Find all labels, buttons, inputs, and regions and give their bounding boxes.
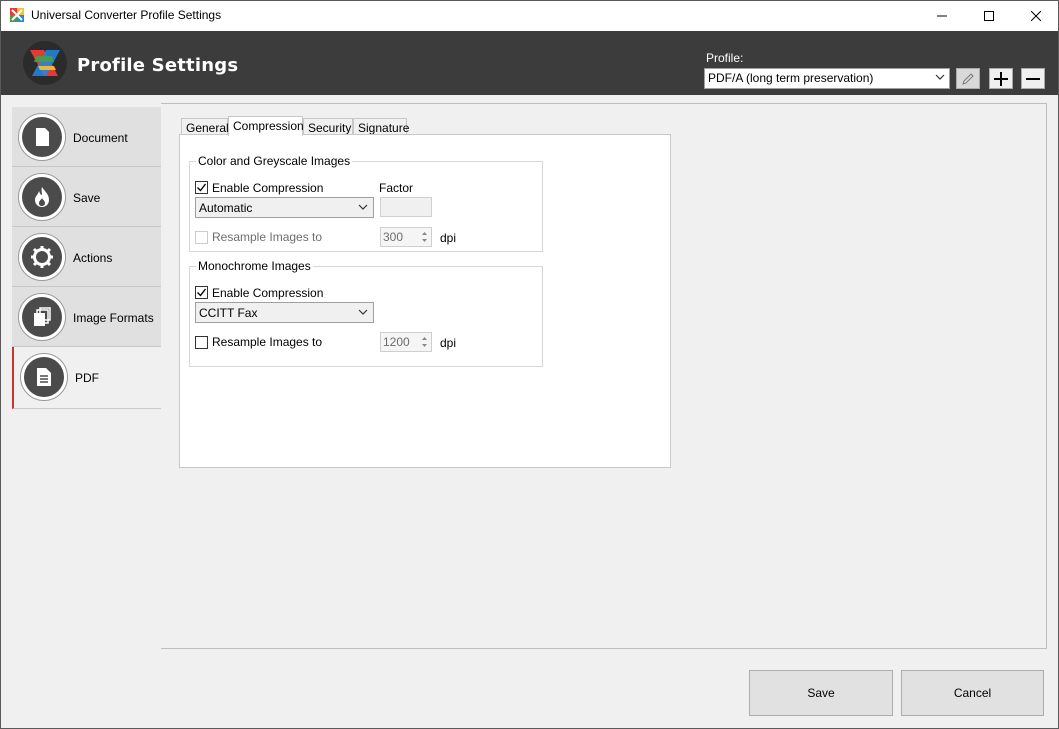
plus-icon (994, 71, 1008, 86)
tab-label: General (186, 121, 229, 135)
sidebar-item-save[interactable]: Save (12, 167, 161, 227)
sidebar-item-label: PDF (75, 371, 99, 385)
dpi-unit-label: dpi (440, 231, 457, 245)
color-enable-compression-label: Enable Compression (212, 181, 324, 195)
add-profile-button[interactable] (989, 68, 1013, 89)
sidebar-item-label: Save (73, 191, 101, 205)
profile-label: Profile: (706, 51, 744, 65)
copy-icon (34, 307, 51, 326)
document-icon (36, 128, 49, 146)
tab-label: Compression (233, 119, 304, 133)
sidebar: Document Save Actions Image Formats PDF (12, 107, 161, 409)
minimize-icon (937, 15, 947, 16)
edit-icon (962, 72, 974, 85)
window-title: Universal Converter Profile Settings (31, 8, 222, 22)
page-title: Profile Settings (77, 55, 239, 76)
stepper-arrows-icon (422, 337, 427, 347)
minus-icon (1026, 77, 1040, 80)
mono-resample-dpi-stepper[interactable]: 1200 (380, 332, 432, 352)
save-button-label: Save (807, 686, 835, 700)
color-compression-method-select[interactable]: Automatic (195, 197, 374, 218)
chevron-down-icon (935, 74, 945, 80)
mono-enable-compression-label: Enable Compression (212, 286, 324, 300)
select-value: Automatic (199, 201, 253, 215)
pdf-file-icon (37, 368, 51, 386)
sidebar-item-actions[interactable]: Actions (12, 227, 161, 287)
mono-resample-label: Resample Images to (212, 335, 323, 349)
color-enable-compression-checkbox[interactable] (195, 181, 208, 194)
group-title: Color and Greyscale Images (196, 154, 353, 168)
mono-resample-checkbox[interactable] (195, 336, 208, 349)
color-resample-label: Resample Images to (212, 230, 323, 244)
edit-profile-button[interactable] (956, 68, 980, 89)
tab-label: Signature (358, 121, 410, 135)
title-bar: Universal Converter Profile Settings (0, 0, 1059, 31)
profile-select[interactable]: PDF/A (long term preservation) (704, 68, 950, 89)
profile-header: Profile Settings Profile: PDF/A (long te… (1, 31, 1058, 95)
flame-icon (35, 187, 49, 207)
checkmark-icon (197, 288, 207, 297)
app-logo-icon (23, 41, 67, 85)
factor-label: Factor (379, 181, 414, 195)
chevron-down-icon (358, 309, 368, 315)
sidebar-item-label: Image Formats (73, 311, 154, 325)
checkmark-icon (197, 183, 207, 192)
mono-compression-method-select[interactable]: CCITT Fax (195, 302, 374, 323)
close-button[interactable] (1013, 0, 1059, 31)
profile-select-value: PDF/A (long term preservation) (708, 71, 874, 85)
stepper-arrows-icon (422, 232, 427, 242)
save-button[interactable]: Save (749, 670, 893, 716)
color-resample-dpi-stepper[interactable]: 300 (380, 227, 432, 247)
mono-enable-compression-checkbox[interactable] (195, 286, 208, 299)
cancel-button-label: Cancel (953, 686, 992, 700)
sidebar-item-pdf[interactable]: PDF (12, 347, 161, 409)
gear-icon (31, 246, 53, 268)
cancel-button[interactable]: Cancel (901, 670, 1044, 716)
sidebar-item-image-formats[interactable]: Image Formats (12, 287, 161, 347)
app-logo-icon (10, 8, 24, 22)
maximize-button[interactable] (966, 0, 1012, 31)
color-resample-checkbox[interactable] (195, 231, 208, 244)
tab-label: Security (308, 121, 352, 135)
sidebar-item-label: Document (73, 131, 128, 145)
sidebar-item-label: Actions (73, 251, 113, 265)
factor-input[interactable] (380, 197, 432, 217)
minimize-button[interactable] (919, 0, 965, 31)
stepper-value: 300 (383, 230, 404, 244)
group-title: Monochrome Images (196, 259, 313, 273)
sidebar-item-document[interactable]: Document (12, 107, 161, 167)
close-icon (1031, 10, 1041, 21)
chevron-down-icon (358, 204, 368, 210)
tab-compression[interactable]: Compression (228, 116, 304, 136)
remove-profile-button[interactable] (1021, 68, 1045, 89)
select-value: CCITT Fax (199, 306, 258, 320)
maximize-icon (984, 10, 994, 21)
dpi-unit-label: dpi (440, 336, 457, 350)
stepper-value: 1200 (383, 335, 410, 349)
